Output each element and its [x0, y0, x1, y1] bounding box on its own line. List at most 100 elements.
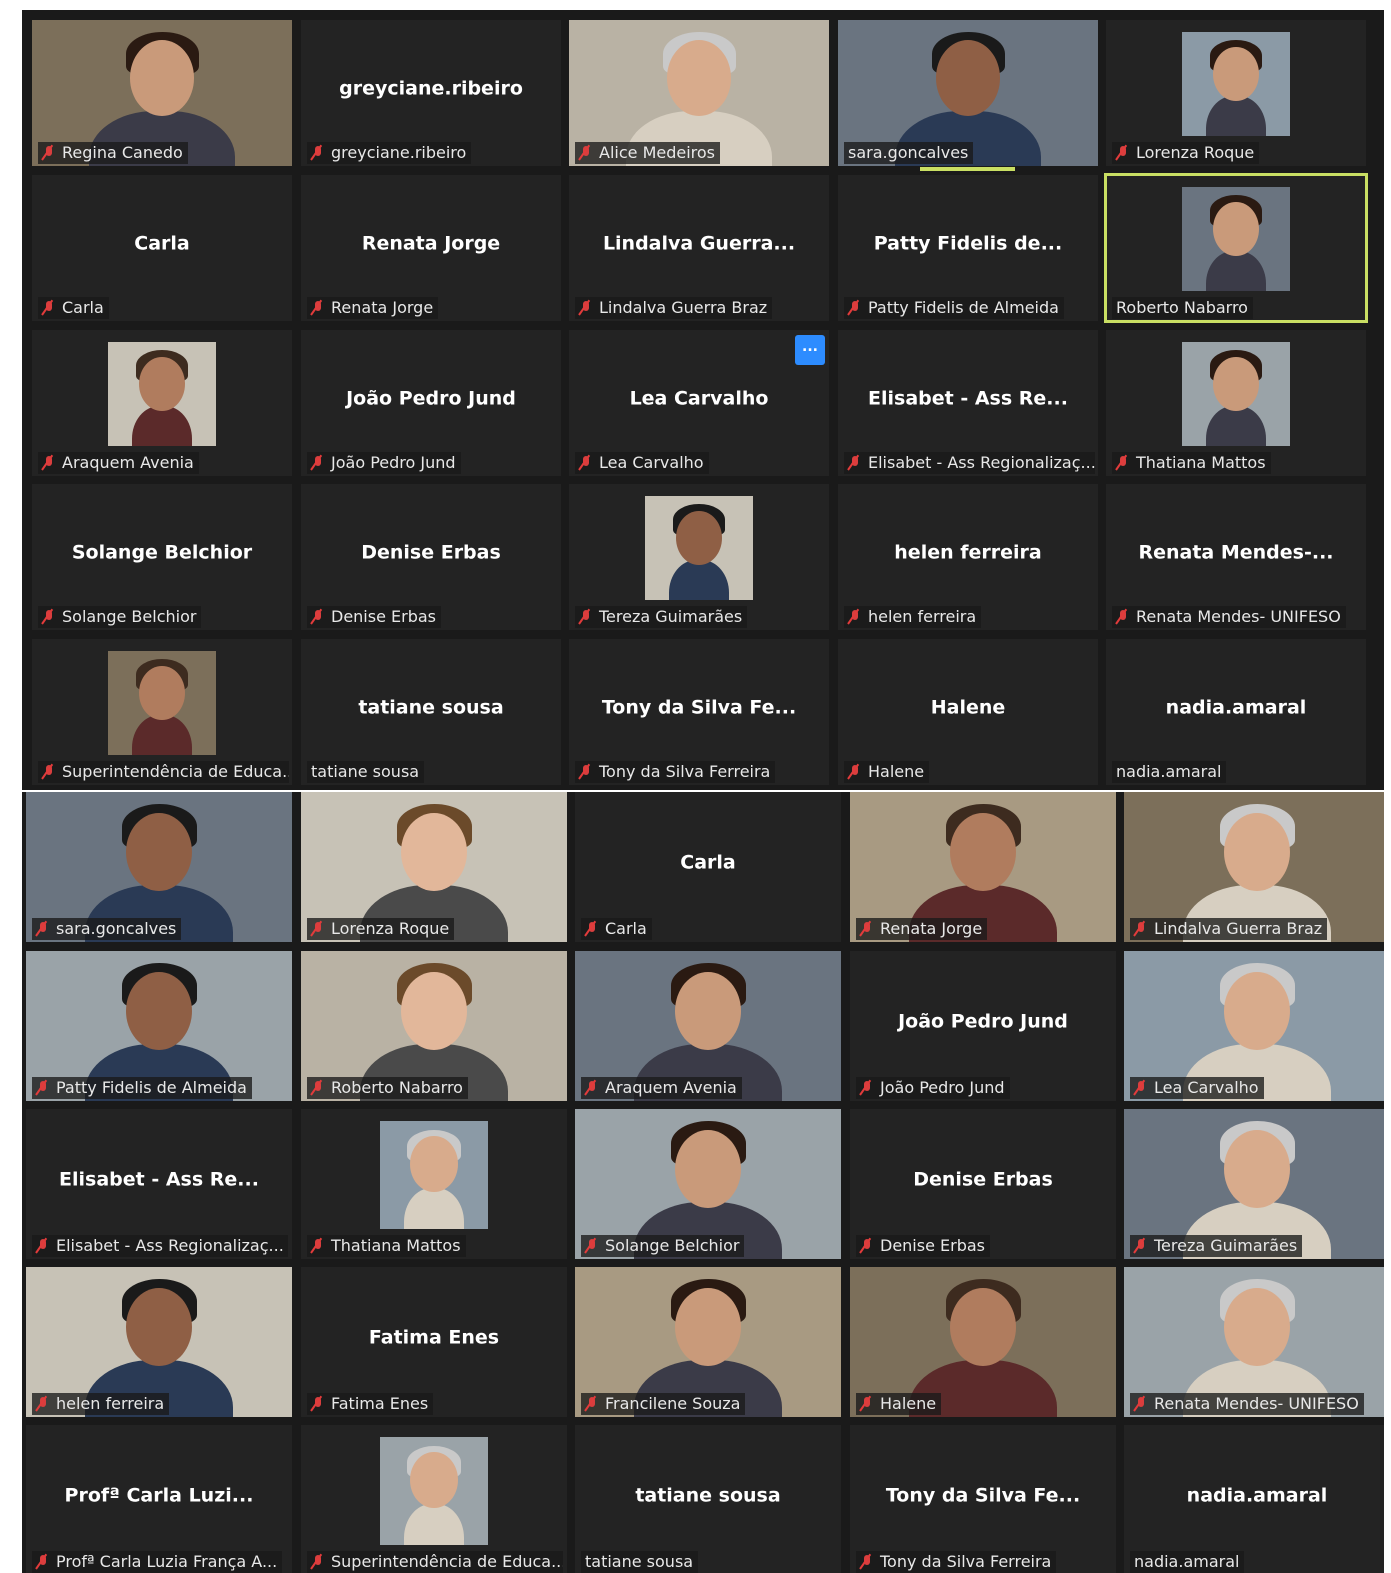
participant-tile[interactable]: Renata Mendes- UNIFESO [1124, 1267, 1384, 1417]
participant-name-tag: Solange Belchior [38, 606, 202, 628]
participant-profile-photo [645, 496, 753, 600]
participant-tile[interactable]: Lorenza Roque [1106, 20, 1366, 166]
participant-tile[interactable]: Araquem Avenia [575, 951, 841, 1101]
muted-mic-icon [848, 300, 862, 316]
participant-name-label: Solange Belchior [62, 607, 197, 626]
participant-tile[interactable]: Lindalva Guerra... Lindalva Guerra Braz [569, 175, 829, 321]
participant-tile[interactable]: Patty Fidelis de... Patty Fidelis de Alme… [838, 175, 1098, 321]
muted-mic-icon [311, 609, 325, 625]
participant-name-label: Roberto Nabarro [1116, 298, 1248, 317]
participant-name-label: Lorenza Roque [1136, 143, 1255, 162]
participant-profile-photo [108, 342, 216, 446]
muted-mic-icon [1134, 921, 1148, 937]
participant-tile[interactable]: tatiane sousa tatiane sousa [301, 639, 561, 785]
participant-name-tag: greyciane.ribeiro [307, 142, 472, 164]
participant-tile[interactable]: helen ferreira helen ferreira [838, 484, 1098, 630]
participant-name-tag: Renata Mendes- UNIFESO [1112, 606, 1346, 628]
participant-name-tag: João Pedro Jund [307, 452, 461, 474]
more-options-button[interactable]: ... [795, 335, 825, 365]
participant-tile[interactable]: Solange Belchior Solange Belchior [32, 484, 292, 630]
participant-name-tag: tatiane sousa [581, 1551, 699, 1573]
muted-mic-icon [311, 300, 325, 316]
participant-profile-photo [380, 1437, 488, 1545]
participant-tile[interactable]: Thatiana Mattos [301, 1109, 567, 1259]
participant-tile[interactable]: Denise Erbas Denise Erbas [850, 1109, 1116, 1259]
muted-mic-icon [311, 921, 325, 937]
participant-tile[interactable]: tatiane sousa tatiane sousa [575, 1425, 841, 1573]
participant-name-tag: Araquem Avenia [581, 1077, 742, 1099]
participant-tile[interactable]: Patty Fidelis de Almeida [26, 951, 292, 1101]
participant-name-label: Lea Carvalho [1154, 1078, 1259, 1097]
participant-name-tag: nadia.amaral [1130, 1551, 1245, 1573]
muted-mic-icon [1116, 455, 1130, 471]
participant-name-label: helen ferreira [56, 1394, 165, 1413]
participant-tile[interactable]: Araquem Avenia [32, 330, 292, 476]
participant-tile[interactable]: João Pedro Jund João Pedro Jund [850, 951, 1116, 1101]
participant-display-name: Denise Erbas [361, 541, 501, 564]
participant-tile[interactable]: Francilene Souza [575, 1267, 841, 1417]
gallery-view-top: Regina Canedo greyciane.ribeiro greyciane.… [22, 10, 1384, 790]
participant-display-name: Carla [134, 232, 190, 255]
participant-tile[interactable]: Elisabet - Ass Re... Elisabet - Ass Regio… [838, 330, 1098, 476]
participant-tile[interactable]: Tony da Silva Fe... Tony da Silva Ferreir… [850, 1425, 1116, 1573]
participant-name-label: Lindalva Guerra Braz [599, 298, 768, 317]
muted-mic-icon [311, 1238, 325, 1254]
participant-tile[interactable]: Fatima Enes Fatima Enes [301, 1267, 567, 1417]
participant-tile[interactable]: Roberto Nabarro [301, 951, 567, 1101]
participant-tile[interactable]: Alice Medeiros [569, 20, 829, 166]
participant-display-name: Solange Belchior [71, 541, 253, 564]
participant-name-tag: Roberto Nabarro [1112, 297, 1253, 319]
participant-tile[interactable]: nadia.amaral nadia.amaral [1106, 639, 1366, 785]
participant-name-tag: Carla [581, 918, 652, 940]
participant-tile[interactable]: Solange Belchior [575, 1109, 841, 1259]
participant-name-label: sara.goncalves [56, 919, 177, 938]
participant-tile[interactable]: Carla Carla [575, 792, 841, 942]
participant-name-tag: Araquem Avenia [38, 452, 199, 474]
participant-display-name: Denise Erbas [913, 1168, 1053, 1191]
muted-mic-icon [1134, 1396, 1148, 1412]
muted-mic-icon [311, 145, 325, 161]
participant-tile[interactable]: Elisabet - Ass Re... Elisabet - Ass Regio… [26, 1109, 292, 1259]
muted-mic-icon [42, 764, 56, 780]
participant-tile[interactable]: helen ferreira [26, 1267, 292, 1417]
participant-tile[interactable]: Renata Mendes-... Renata Mendes- UNIFESO [1106, 484, 1366, 630]
participant-name-tag: Thatiana Mattos [1112, 452, 1271, 474]
participant-tile[interactable]: Profª Carla Luzi... Profª Carla Luzia Fra… [26, 1425, 292, 1573]
participant-tile[interactable]: sara.goncalves [26, 792, 292, 942]
participant-name-label: Denise Erbas [331, 607, 436, 626]
participant-tile[interactable]: Tereza Guimarães [1124, 1109, 1384, 1259]
participant-name-label: Renata Mendes- UNIFESO [1136, 607, 1341, 626]
participant-tile[interactable]: Lindalva Guerra Braz [1124, 792, 1384, 942]
participant-tile[interactable]: Renata Jorge [850, 792, 1116, 942]
participant-tile[interactable]: Lorenza Roque [301, 792, 567, 942]
participant-name-tag: Lea Carvalho [575, 452, 709, 474]
participant-tile[interactable]: Denise Erbas Denise Erbas [301, 484, 561, 630]
participant-tile[interactable]: Regina Canedo [32, 20, 292, 166]
participant-name-tag: Lorenza Roque [307, 918, 455, 940]
participant-tile[interactable]: Halene Halene [838, 639, 1098, 785]
participant-tile[interactable]: Roberto Nabarro [1104, 173, 1368, 323]
participant-tile[interactable]: João Pedro Jund João Pedro Jund [301, 330, 561, 476]
participant-tile[interactable]: Lea Carvalho... Lea Carvalho [569, 330, 829, 476]
participant-tile[interactable]: Superintendência de Educa... [301, 1425, 567, 1573]
participant-name-label: Lorenza Roque [331, 919, 450, 938]
participant-profile-photo [380, 1121, 488, 1229]
participant-profile-photo [108, 651, 216, 755]
participant-tile[interactable]: Carla Carla [32, 175, 292, 321]
participant-display-name: Renata Jorge [361, 232, 501, 255]
participant-tile[interactable]: Superintendência de Educa... [32, 639, 292, 785]
participant-tile[interactable]: Renata Jorge Renata Jorge [301, 175, 561, 321]
participant-tile[interactable]: Tony da Silva Fe... Tony da Silva Ferreir… [569, 639, 829, 785]
participant-name-label: Halene [868, 762, 925, 781]
muted-mic-icon [860, 1080, 874, 1096]
participant-tile[interactable]: Thatiana Mattos [1106, 330, 1366, 476]
participant-name-label: helen ferreira [868, 607, 977, 626]
participant-tile[interactable]: greyciane.ribeiro greyciane.ribeiro [301, 20, 561, 166]
muted-mic-icon [311, 1080, 325, 1096]
participant-tile[interactable]: sara.goncalves [838, 20, 1098, 166]
participant-tile[interactable]: nadia.amaral nadia.amaral [1124, 1425, 1384, 1573]
participant-name-label: Tereza Guimarães [599, 607, 743, 626]
participant-tile[interactable]: Lea Carvalho [1124, 951, 1384, 1101]
participant-tile[interactable]: Tereza Guimarães [569, 484, 829, 630]
participant-tile[interactable]: Halene [850, 1267, 1116, 1417]
